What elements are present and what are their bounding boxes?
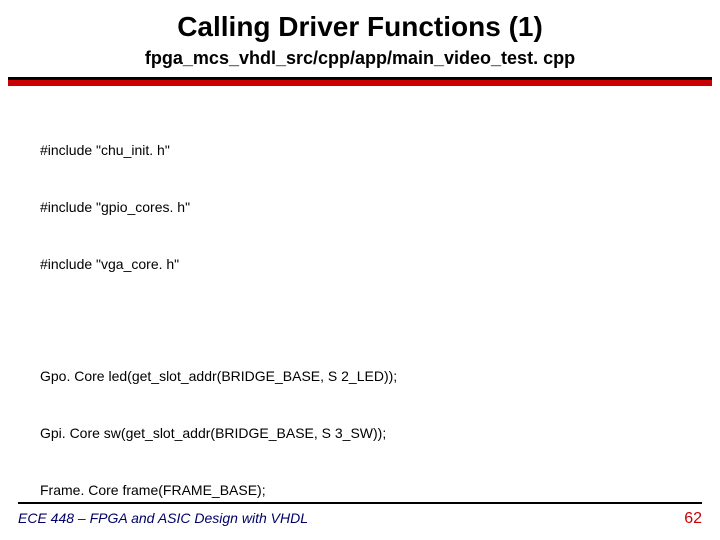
slide: Calling Driver Functions (1) fpga_mcs_vh… [0,0,720,540]
footer: ECE 448 – FPGA and ASIC Design with VHDL… [0,502,720,528]
code-line: Gpo. Core led(get_slot_addr(BRIDGE_BASE,… [40,367,680,386]
code-line: #include "gpio_cores. h" [40,198,680,217]
code-includes: #include "chu_init. h" #include "gpio_co… [40,104,680,312]
title-divider [8,77,712,86]
code-line: Frame. Core frame(FRAME_BASE); [40,481,680,500]
code-line: Gpi. Core sw(get_slot_addr(BRIDGE_BASE, … [40,424,680,443]
footer-line: ECE 448 – FPGA and ASIC Design with VHDL… [18,502,702,528]
footer-page-number: 62 [684,510,702,528]
footer-course: ECE 448 – FPGA and ASIC Design with VHDL [18,510,308,526]
code-line: #include "vga_core. h" [40,255,680,274]
slide-title: Calling Driver Functions (1) [0,0,720,44]
slide-subtitle: fpga_mcs_vhdl_src/cpp/app/main_video_tes… [0,48,720,69]
code-line: #include "chu_init. h" [40,141,680,160]
spacer [40,311,680,329]
body-content: #include "chu_init. h" #include "gpio_co… [0,86,720,540]
